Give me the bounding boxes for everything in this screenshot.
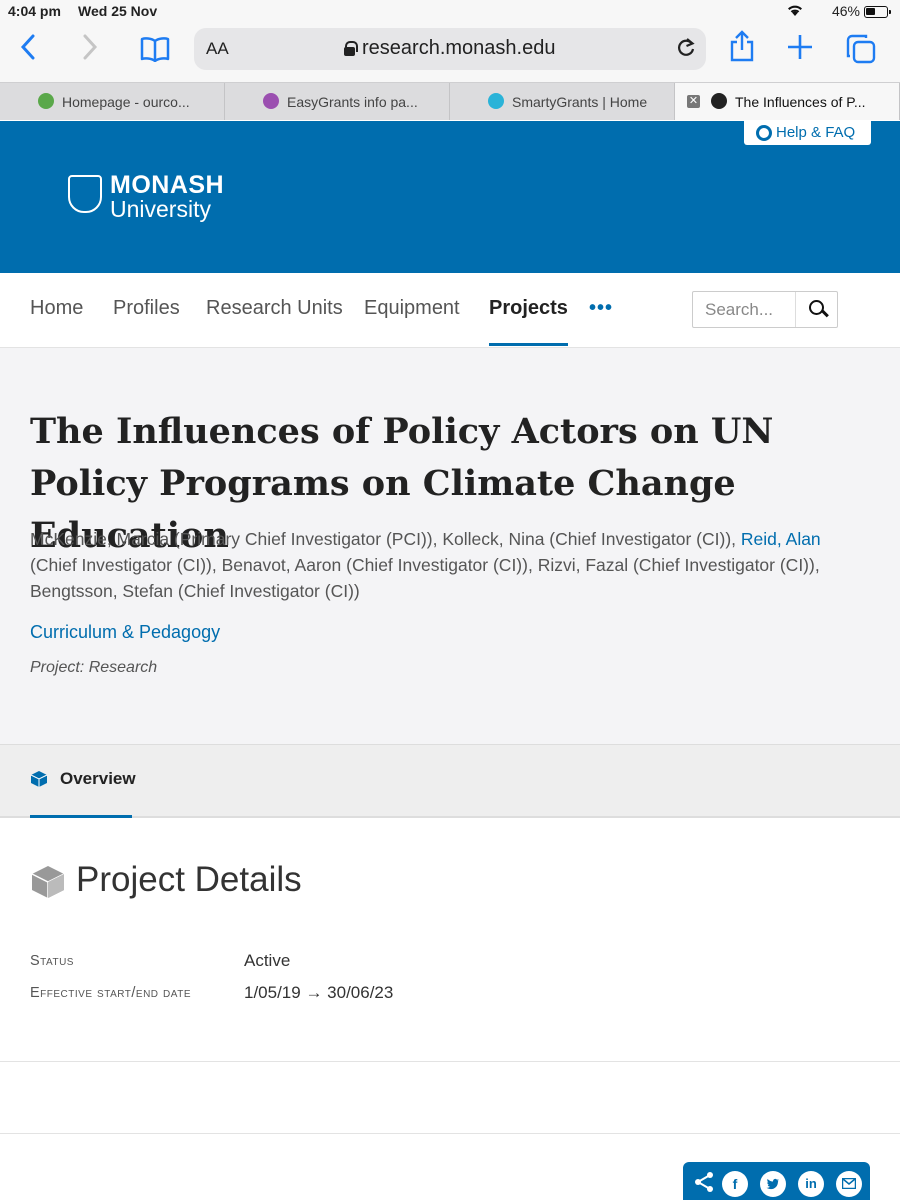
share-page-icon[interactable] [730,30,754,69]
status-time: 4:04 pm [8,3,61,19]
wifi-icon [786,3,804,20]
forward-button[interactable] [82,34,98,67]
reader-aa-button[interactable]: AA [206,39,229,59]
facebook-icon[interactable]: f [722,1171,748,1197]
address-bar[interactable]: AA research.monash.edu [194,28,706,70]
main-nav: Home Profiles Research Units Equipment P… [0,273,900,348]
search-icon[interactable] [795,292,837,327]
email-icon[interactable] [836,1171,862,1197]
date-label: Effective start/end date [30,985,191,1001]
persons-text: McKenzie, Marcia (Primary Chief Investig… [30,529,741,549]
favicon-icon [38,93,54,109]
nav-more-icon[interactable]: ••• [589,297,613,320]
person-link-reid[interactable]: Reid, Alan [741,529,821,549]
cube-icon [31,866,65,898]
tab-overview-label: Overview [60,769,136,788]
battery-icon [864,6,891,18]
project-persons: McKenzie, Marcia (Primary Chief Investig… [30,526,860,604]
logo-line2: University [110,196,211,222]
cube-icon [30,771,48,787]
tabs-overview-icon[interactable] [846,34,876,71]
twitter-icon[interactable] [760,1171,786,1197]
section-divider [0,1133,900,1134]
browser-tab[interactable]: SmartyGrants | Home [450,83,675,120]
nav-home[interactable]: Home [30,297,83,320]
date-value: 1/05/19 → 30/06/23 [244,983,394,1002]
close-tab-icon[interactable]: ✕ [687,95,700,108]
tab-label: Homepage - ourco... [62,94,190,110]
details-heading: Project Details [76,860,302,899]
lifebuoy-icon [756,125,772,141]
reload-icon[interactable] [676,36,696,64]
lock-icon [344,41,358,56]
share-bar: f in [683,1162,870,1200]
bookmarks-icon[interactable] [140,36,170,69]
project-header: The Influences of Policy Actors on UN Po… [0,348,900,744]
favicon-icon [488,93,504,109]
status-value: Active [244,951,291,970]
status-date: Wed 25 Nov [78,3,158,19]
share-icon[interactable] [693,1171,715,1199]
url-text[interactable]: research.monash.edu [362,37,555,60]
project-details: Project Details Status Active Effective … [0,818,900,1062]
nav-profiles[interactable]: Profiles [113,297,180,320]
organisation-link[interactable]: Curriculum & Pedagogy [30,622,220,643]
status-label: Status [30,953,74,969]
battery-percent: 46% [831,3,860,19]
search-input[interactable]: Search... [705,300,773,320]
browser-tab[interactable]: EasyGrants info pa... [225,83,450,120]
back-button[interactable] [20,34,36,67]
tab-label: SmartyGrants | Home [512,94,648,110]
browser-tab[interactable]: Homepage - ourco... [0,83,225,120]
browser-toolbar: AA research.monash.edu [0,24,900,82]
project-type: Project: Research [30,659,158,676]
nav-research-units[interactable]: Research Units [206,297,343,320]
help-label: Help & FAQ [776,124,856,141]
nav-equipment[interactable]: Equipment [364,297,460,320]
crest-icon [68,175,102,213]
help-faq-button[interactable]: Help & FAQ [744,121,871,145]
new-tab-icon[interactable] [787,34,813,67]
nav-projects[interactable]: Projects [489,297,568,346]
content-tabs: Overview [0,744,900,818]
status-bar: 4:04 pm Wed 25 Nov 46% [0,0,900,24]
tab-label: The Influences of P... [735,94,866,110]
browser-tab-strip: Homepage - ourco... EasyGrants info pa..… [0,82,900,120]
monash-favicon-icon [711,93,727,109]
site-header: Help & FAQ MONASH University [0,121,900,273]
browser-tab-active[interactable]: ✕ The Influences of P... [675,83,900,120]
tab-label: EasyGrants info pa... [287,94,418,110]
search-box[interactable]: Search... [692,291,838,328]
linkedin-icon[interactable]: in [798,1171,824,1197]
favicon-icon [263,93,279,109]
persons-text: (Chief Investigator (CI)), Benavot, Aaro… [30,555,820,601]
tab-overview[interactable]: Overview [30,769,136,818]
